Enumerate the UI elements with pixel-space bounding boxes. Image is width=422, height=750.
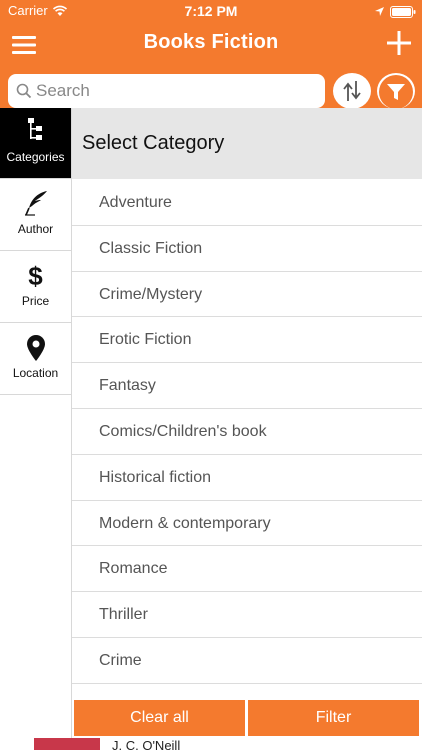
clear-all-button[interactable]: Clear all [74,700,245,736]
sidebar-item-price[interactable]: $ Price [0,252,71,323]
search-box[interactable] [8,74,325,108]
search-bar-row [0,70,422,110]
clock: 7:12 PM [184,3,238,19]
search-icon [16,83,32,104]
sidebar-item-author[interactable]: Author [0,180,71,251]
apply-filter-button[interactable]: Filter [248,700,419,736]
sidebar-item-location[interactable]: Location [0,324,71,395]
category-item-erotic-fiction[interactable]: Erotic Fiction [72,317,422,364]
location-arrow-icon [374,4,385,22]
panel-title: Select Category [82,132,225,154]
book-list-peek: J. C. O'Neill [0,738,422,750]
filter-toggle-button[interactable] [377,73,415,109]
page-title: Books Fiction [143,31,279,53]
location-pin-icon [0,334,71,362]
book-cover-thumbnail [34,738,100,750]
category-item-thriller[interactable]: Thriller [72,592,422,638]
category-item-adventure[interactable]: Adventure [72,180,422,226]
category-item-modern-contemporary[interactable]: Modern & contemporary [72,501,422,547]
quill-pen-icon [0,190,71,218]
nav-bar: Books Fiction [0,22,422,70]
filter-sidebar: Categories Author $ Price Location [0,108,72,750]
funnel-icon [387,84,405,100]
category-item-historical-fiction[interactable]: Historical fiction [72,455,422,501]
category-item-classic-fiction[interactable]: Classic Fiction [72,226,422,272]
book-author-text: J. C. O'Neill [112,738,181,750]
category-item-comics-childrens[interactable]: Comics/Children's book [72,409,422,455]
sort-arrows-icon [343,81,361,101]
category-item-crime-mystery[interactable]: Crime/Mystery [72,272,422,318]
filter-actions: Clear all Filter [72,700,422,738]
search-input[interactable] [36,78,316,104]
sidebar-item-label: Price [21,294,50,308]
category-tree-icon [0,118,71,146]
sort-button[interactable] [333,73,371,109]
sidebar-item-label: Author [17,222,54,236]
category-item-romance[interactable]: Romance [72,546,422,593]
category-list: Adventure Classic Fiction Crime/Mystery … [72,180,422,684]
plus-icon[interactable] [386,30,412,56]
category-item-fantasy[interactable]: Fantasy [72,363,422,409]
sidebar-item-label: Categories [6,150,65,164]
status-bar: Carrier 7:12 PM [0,0,422,22]
sidebar-item-categories[interactable]: Categories [0,108,71,179]
panel-header: Select Category [72,108,422,179]
sidebar-item-label: Location [12,366,59,380]
dollar-icon: $ [28,261,43,291]
battery-icon [390,5,416,23]
category-item-crime[interactable]: Crime [72,638,422,684]
category-panel: Select Category Adventure Classic Fictio… [72,108,422,750]
